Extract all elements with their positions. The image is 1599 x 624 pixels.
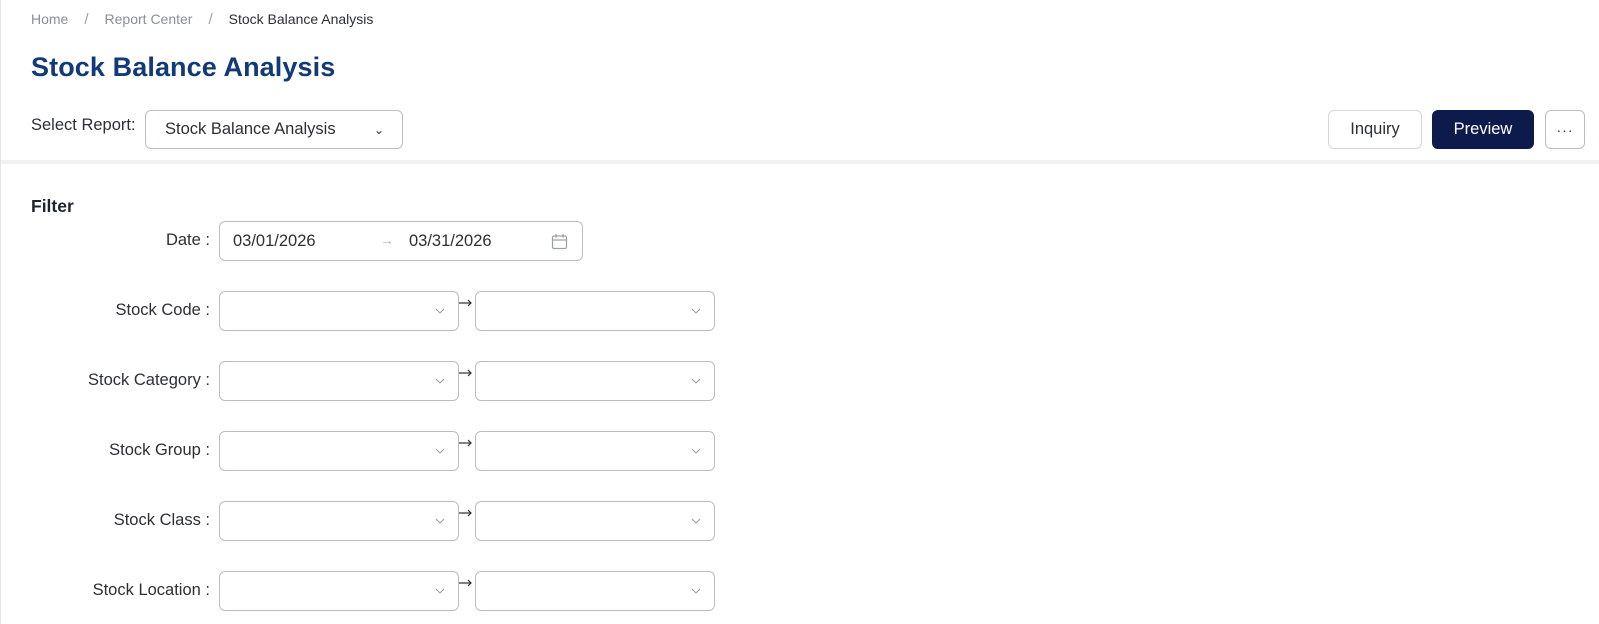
- chevron-down-icon: [691, 588, 701, 594]
- select-report-label: Select Report:: [31, 116, 136, 134]
- date-label: Date :: [165, 231, 210, 249]
- chevron-down-icon: ⌄: [373, 123, 384, 137]
- arrow-right-icon: [459, 299, 472, 307]
- stock-class-from-select[interactable]: [219, 501, 459, 541]
- stock-location-from-select[interactable]: [219, 571, 459, 611]
- arrow-right-icon: [459, 509, 472, 517]
- date-range-picker[interactable]: 03/01/2026 → 03/31/2026: [219, 221, 583, 261]
- arrow-right-icon: →: [380, 232, 394, 248]
- stock-class-to-select[interactable]: [475, 501, 715, 541]
- stock-code-to-select[interactable]: [475, 291, 715, 331]
- stock-location-to-select[interactable]: [475, 571, 715, 611]
- chevron-down-icon: [691, 378, 701, 384]
- chevron-down-icon: [435, 518, 445, 524]
- left-border: [0, 0, 1, 624]
- filter-heading: Filter: [31, 196, 74, 216]
- chevron-down-icon: [435, 378, 445, 384]
- stock-location-label: Stock Location :: [92, 581, 210, 599]
- more-icon: ···: [1556, 121, 1574, 138]
- report-select[interactable]: Stock Balance Analysis ⌄: [145, 110, 403, 149]
- arrow-right-icon: [459, 579, 472, 587]
- breadcrumb-current: Stock Balance Analysis: [228, 11, 374, 27]
- calendar-icon[interactable]: [551, 233, 568, 250]
- stock-code-from-select[interactable]: [219, 291, 459, 331]
- chevron-down-icon: [435, 448, 445, 454]
- breadcrumb-separator: /: [208, 10, 213, 28]
- breadcrumb-report-center[interactable]: Report Center: [105, 11, 193, 27]
- stock-code-label: Stock Code :: [115, 301, 210, 319]
- page-title: Stock Balance Analysis: [31, 52, 336, 82]
- chevron-down-icon: [691, 448, 701, 454]
- chevron-down-icon: [691, 308, 701, 314]
- date-to-input[interactable]: 03/31/2026: [409, 232, 492, 251]
- date-from-input[interactable]: 03/01/2026: [233, 232, 316, 251]
- stock-group-label: Stock Group :: [109, 441, 210, 459]
- breadcrumb-separator: /: [84, 10, 89, 28]
- breadcrumb: Home / Report Center / Stock Balance Ana…: [31, 10, 373, 28]
- header-divider: [1, 160, 1599, 164]
- report-select-value: Stock Balance Analysis: [165, 120, 336, 138]
- stock-category-label: Stock Category :: [88, 371, 210, 389]
- more-button[interactable]: ···: [1545, 110, 1585, 149]
- preview-button[interactable]: Preview: [1432, 110, 1534, 149]
- inquiry-button[interactable]: Inquiry: [1328, 110, 1422, 149]
- chevron-down-icon: [691, 518, 701, 524]
- stock-category-to-select[interactable]: [475, 361, 715, 401]
- chevron-down-icon: [435, 588, 445, 594]
- breadcrumb-home[interactable]: Home: [31, 11, 68, 27]
- stock-category-from-select[interactable]: [219, 361, 459, 401]
- stock-group-to-select[interactable]: [475, 431, 715, 471]
- stock-group-from-select[interactable]: [219, 431, 459, 471]
- arrow-right-icon: [459, 369, 472, 377]
- stock-class-label: Stock Class :: [113, 511, 210, 529]
- arrow-right-icon: [459, 439, 472, 447]
- chevron-down-icon: [435, 308, 445, 314]
